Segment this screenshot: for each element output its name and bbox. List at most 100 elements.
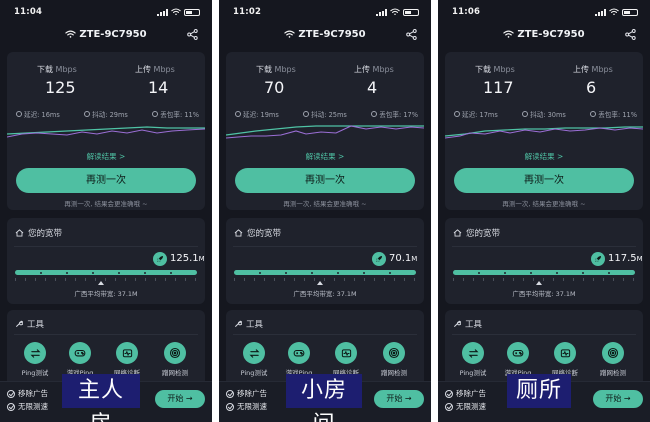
scale-tick <box>244 278 245 281</box>
upload-label: 上传 Mbps <box>135 65 175 74</box>
scale-tick <box>334 278 335 281</box>
network-name: ZTE-9C7950 <box>438 29 650 40</box>
track-dot <box>556 271 558 274</box>
tool-freeloader-detect[interactable]: 蹭网检测 <box>153 342 197 377</box>
track-dot <box>363 271 365 274</box>
status-time: 11:02 <box>233 7 262 17</box>
scale-tick <box>623 278 624 281</box>
start-button[interactable]: 开始 → <box>593 390 643 408</box>
ping-icon <box>462 342 484 364</box>
retest-button[interactable]: 再测一次 <box>235 168 415 193</box>
rocket-icon <box>153 252 167 266</box>
tool-network-diagnose[interactable]: 网络诊断 <box>324 342 368 377</box>
track-dot <box>608 271 610 274</box>
home-icon <box>15 229 24 237</box>
retest-button[interactable]: 再测一次 <box>16 168 196 193</box>
diagnose-icon <box>335 342 357 364</box>
home-icon <box>453 229 462 237</box>
track-dot <box>285 271 287 274</box>
read-result-link[interactable]: 解读结果 > <box>226 151 424 162</box>
start-button[interactable]: 开始 → <box>155 390 205 408</box>
tools-title: 工具 <box>15 318 44 330</box>
download-value: 70 <box>264 78 285 97</box>
tool-ping-test[interactable]: Ping测试 <box>232 342 276 377</box>
scale-tick <box>354 278 355 281</box>
diagnose-icon <box>554 342 576 364</box>
track-dot <box>259 271 261 274</box>
tool-game-ping[interactable]: 游戏Ping <box>58 342 102 377</box>
check-icon <box>445 389 453 398</box>
scale-tick <box>394 278 395 281</box>
bandwidth-title: 您的宽带 <box>15 227 62 239</box>
retest-hint: 再测一次, 结果会更准确哦 ~ <box>502 200 586 208</box>
room-label: 厕所 <box>507 374 571 408</box>
wrench-icon <box>235 320 242 327</box>
read-result-link[interactable]: 解读结果 > <box>445 151 643 162</box>
tool-freeloader-detect[interactable]: 蹭网检测 <box>372 342 416 377</box>
divider <box>233 246 417 247</box>
tools-title: 工具 <box>453 318 482 330</box>
status-time: 11:04 <box>14 7 43 17</box>
start-button[interactable]: 开始 → <box>374 390 424 408</box>
scale-tick <box>583 278 584 281</box>
track-dot <box>337 271 339 274</box>
scale-tick <box>633 278 634 281</box>
scale-tick <box>573 278 574 281</box>
metrics-row: 延迟: 19ms 抖动: 25ms 丢包率: 17% <box>235 109 418 119</box>
tool-label: Ping测试 <box>459 369 487 377</box>
download-label: 下载 Mbps <box>256 65 296 74</box>
tool-network-diagnose[interactable]: 网络诊断 <box>105 342 149 377</box>
network-name: ZTE-9C7950 <box>0 29 212 40</box>
share-icon[interactable] <box>625 29 636 40</box>
jitter-metric: 抖动: 29ms <box>84 109 128 119</box>
download-value: 117 <box>483 78 514 97</box>
bandwidth-track <box>234 270 416 275</box>
tool-ping-test[interactable]: Ping测试 <box>451 342 495 377</box>
track-dot <box>40 271 42 274</box>
bandwidth-track <box>15 270 197 275</box>
scale-tick <box>15 278 16 281</box>
tool-freeloader-detect[interactable]: 蹭网检测 <box>591 342 635 377</box>
speed-graph <box>7 126 205 138</box>
retest-button[interactable]: 再测一次 <box>454 168 634 193</box>
signal-icon <box>376 8 387 16</box>
check-icon <box>7 389 15 398</box>
scan-icon <box>164 342 186 364</box>
speed-result-card: 下载 Mbps 上传 Mbps 70 4 延迟: 19ms 抖动: 25ms 丢… <box>226 52 424 210</box>
loss-metric: 丢包率: 11% <box>152 109 199 119</box>
tool-label: Ping测试 <box>240 369 268 377</box>
status-bar: 11:04 <box>0 0 212 24</box>
scale-tick <box>35 278 36 281</box>
wifi-icon <box>171 8 181 16</box>
home-icon <box>234 229 243 237</box>
tool-ping-test[interactable]: Ping测试 <box>13 342 57 377</box>
network-name: ZTE-9C7950 <box>219 29 431 40</box>
divider <box>14 246 198 247</box>
track-dot <box>118 271 120 274</box>
wifi-icon <box>390 8 400 16</box>
read-result-link[interactable]: 解读结果 > <box>7 151 205 162</box>
retest-hint: 再测一次, 结果会更准确哦 ~ <box>64 200 148 208</box>
latency-icon <box>454 111 460 117</box>
bandwidth-value: 70.1M <box>389 253 418 264</box>
share-icon[interactable] <box>187 29 198 40</box>
loss-icon <box>152 111 159 117</box>
latency-icon <box>16 111 22 117</box>
tool-network-diagnose[interactable]: 网络诊断 <box>543 342 587 377</box>
scan-icon <box>383 342 405 364</box>
scale-tick <box>473 278 474 281</box>
scale-tick <box>523 278 524 281</box>
scale-tick <box>364 278 365 281</box>
tool-game-ping[interactable]: 游戏Ping <box>496 342 540 377</box>
upload-value: 4 <box>367 78 378 97</box>
jitter-metric: 抖动: 30ms <box>522 109 566 119</box>
scale-tick <box>65 278 66 281</box>
latency-metric: 延迟: 17ms <box>454 109 498 119</box>
promo-remove-ads: 移除广告 <box>7 388 48 399</box>
share-icon[interactable] <box>406 29 417 40</box>
scale-tick <box>593 278 594 281</box>
tool-label: Ping测试 <box>21 369 49 377</box>
tool-game-ping[interactable]: 游戏Ping <box>277 342 321 377</box>
battery-icon <box>403 8 419 16</box>
bandwidth-title: 您的宽带 <box>234 227 281 239</box>
